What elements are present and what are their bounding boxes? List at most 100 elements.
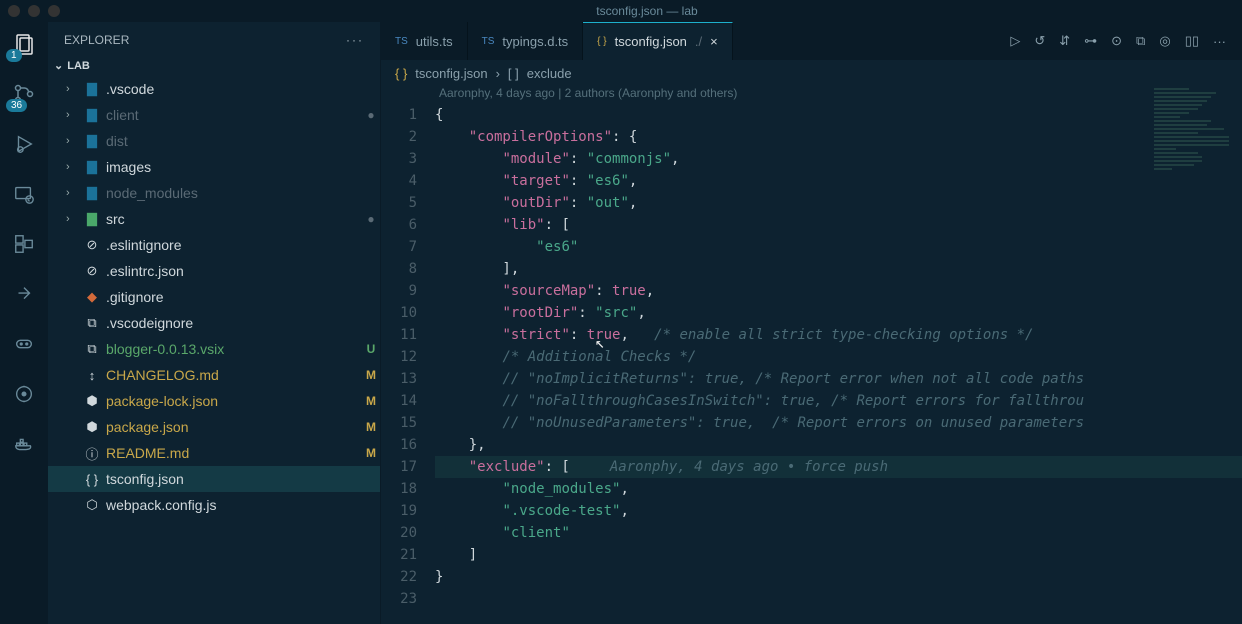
more-actions-icon[interactable]: ··· — [1213, 34, 1226, 49]
folder--vscode[interactable]: ›▇.vscode — [48, 76, 380, 102]
file-blogger-0-0-13-vsix[interactable]: ⧉blogger-0.0.13.vsixU — [48, 336, 380, 362]
code-line-21[interactable]: ] — [435, 544, 1242, 566]
code-line-2[interactable]: "compilerOptions": { — [435, 126, 1242, 148]
code-line-20[interactable]: "client" — [435, 522, 1242, 544]
gitlens-blame-header: Aaronphy, 4 days ago | 2 authors (Aaronp… — [381, 86, 1242, 104]
folder-icon: ▇ — [84, 133, 100, 149]
item-label: webpack.config.js — [106, 497, 356, 513]
code-line-3[interactable]: "module": "commonjs", — [435, 148, 1242, 170]
file--eslintignore[interactable]: ⊘ .eslintignore — [48, 232, 380, 258]
git-status-badge: U — [362, 342, 380, 356]
folder-icon: ▇ — [84, 211, 100, 227]
remote-explorer-icon[interactable] — [10, 180, 38, 208]
breadcrumb[interactable]: { } tsconfig.json › [ ] exclude — [381, 60, 1242, 86]
item-label: images — [106, 159, 356, 175]
sidebar-more-icon[interactable]: ··· — [346, 33, 364, 47]
breadcrumb-symbol[interactable]: exclude — [527, 66, 572, 81]
open-changes-icon[interactable]: ⊙ — [1111, 33, 1122, 49]
code-line-19[interactable]: ".vscode-test", — [435, 500, 1242, 522]
git-status-badge: M — [362, 368, 380, 382]
code-line-15[interactable]: // "noUnusedParameters": true, /* Report… — [435, 412, 1242, 434]
traffic-lights[interactable] — [8, 5, 60, 17]
tab-tsconfig-json[interactable]: { }tsconfig.json./× — [583, 22, 733, 60]
item-label: blogger-0.0.13.vsix — [106, 341, 356, 357]
git-status-badge: ● — [362, 108, 380, 122]
code-line-17[interactable]: "exclude": [Aaronphy, 4 days ago • force… — [435, 456, 1242, 478]
git-badge: 36 — [6, 99, 27, 112]
code-line-7[interactable]: "es6" — [435, 236, 1242, 258]
code-line-16[interactable]: }, — [435, 434, 1242, 456]
code-line-13[interactable]: // "noImplicitReturns": true, /* Report … — [435, 368, 1242, 390]
tab-utils-ts[interactable]: TSutils.ts — [381, 22, 468, 60]
file--eslintrc-json[interactable]: ⊘.eslintrc.json — [48, 258, 380, 284]
file-tsconfig-json[interactable]: { }tsconfig.json — [48, 466, 380, 492]
code-line-18[interactable]: "node_modules", — [435, 478, 1242, 500]
code-editor[interactable]: 1234567891011121314151617181920212223 { … — [381, 104, 1242, 624]
folder-dist[interactable]: ›▇dist — [48, 128, 380, 154]
item-label: .eslintignore — [106, 237, 356, 253]
games-icon[interactable] — [10, 330, 38, 358]
file-icon: ⬡ — [84, 497, 100, 513]
explorer-icon[interactable]: 1 — [10, 30, 38, 58]
code-line-14[interactable]: // "noFallthroughCasesInSwitch": true, /… — [435, 390, 1242, 412]
diff-icon[interactable]: ⧉ — [1136, 33, 1145, 49]
title-bar: tsconfig.json — lab — [0, 0, 1242, 22]
folder-node-modules[interactable]: ›▇node_modules — [48, 180, 380, 206]
folder-src[interactable]: ›▇src● — [48, 206, 380, 232]
folder-client[interactable]: ›▇client● — [48, 102, 380, 128]
file--vscodeignore[interactable]: ⧉.vscodeignore — [48, 310, 380, 336]
code-line-8[interactable]: ], — [435, 258, 1242, 280]
chevron-right-icon: › — [496, 66, 500, 81]
code-line-4[interactable]: "target": "es6", — [435, 170, 1242, 192]
timeline-icon[interactable] — [10, 380, 38, 408]
activity-bar: 1 36 — [0, 22, 48, 624]
code-line-5[interactable]: "outDir": "out", — [435, 192, 1242, 214]
run-debug-icon[interactable] — [10, 130, 38, 158]
code-line-22[interactable]: } — [435, 566, 1242, 588]
file-package-lock-json[interactable]: ⬢package-lock.jsonM — [48, 388, 380, 414]
file-icon: ◆ — [84, 289, 100, 305]
breadcrumb-file[interactable]: tsconfig.json — [415, 66, 487, 81]
code-line-6[interactable]: "lib": [ — [435, 214, 1242, 236]
code-line-12[interactable]: /* Additional Checks */ — [435, 346, 1242, 368]
gitlens-icon[interactable] — [10, 280, 38, 308]
file-icon: ⊘ — [84, 237, 100, 253]
git-status-badge: M — [362, 420, 380, 434]
run-icon[interactable]: ▷ — [1010, 33, 1020, 49]
file-readme-md[interactable]: ⓘREADME.mdM — [48, 440, 380, 466]
item-label: .eslintrc.json — [106, 263, 356, 279]
git-status-badge: M — [362, 394, 380, 408]
folder-images[interactable]: ›▇images — [48, 154, 380, 180]
code-line-1[interactable]: { — [435, 104, 1242, 126]
source-control-icon[interactable]: 36 — [10, 80, 38, 108]
file-package-json[interactable]: ⬢package.jsonM — [48, 414, 380, 440]
file-icon: ⬢ — [84, 419, 100, 435]
code-line-9[interactable]: "sourceMap": true, — [435, 280, 1242, 302]
minimize-window-icon[interactable] — [28, 5, 40, 17]
docker-icon[interactable] — [10, 430, 38, 458]
extensions-icon[interactable] — [10, 230, 38, 258]
item-label: dist — [106, 133, 356, 149]
item-label: tsconfig.json — [106, 471, 356, 487]
split-editor-icon[interactable]: ▯▯ — [1185, 33, 1199, 49]
commit-graph-icon[interactable]: ⊶ — [1084, 33, 1097, 49]
git-compare-icon[interactable]: ⇵ — [1059, 33, 1070, 49]
tab-typings-d-ts[interactable]: TStypings.d.ts — [468, 22, 584, 60]
folder-section-header[interactable]: ⌄ LAB — [48, 57, 380, 74]
code-line-10[interactable]: "rootDir": "src", — [435, 302, 1242, 324]
file-type-icon: TS — [395, 36, 408, 47]
compass-icon[interactable]: ◎ — [1159, 33, 1170, 49]
zoom-window-icon[interactable] — [48, 5, 60, 17]
file-webpack-config-js[interactable]: ⬡ webpack.config.js — [48, 492, 380, 518]
file-changelog-md[interactable]: ↕CHANGELOG.mdM — [48, 362, 380, 388]
explorer-badge: 1 — [6, 49, 22, 62]
file--gitignore[interactable]: ◆.gitignore — [48, 284, 380, 310]
close-tab-icon[interactable]: × — [710, 34, 718, 49]
code-line-11[interactable]: "strict": true, /* enable all strict typ… — [435, 324, 1242, 346]
item-label: node_modules — [106, 185, 356, 201]
minimap[interactable] — [1154, 86, 1242, 206]
folder-icon: ▇ — [84, 81, 100, 97]
close-window-icon[interactable] — [8, 5, 20, 17]
history-icon[interactable]: ↺ — [1034, 33, 1045, 49]
item-label: README.md — [106, 445, 356, 461]
